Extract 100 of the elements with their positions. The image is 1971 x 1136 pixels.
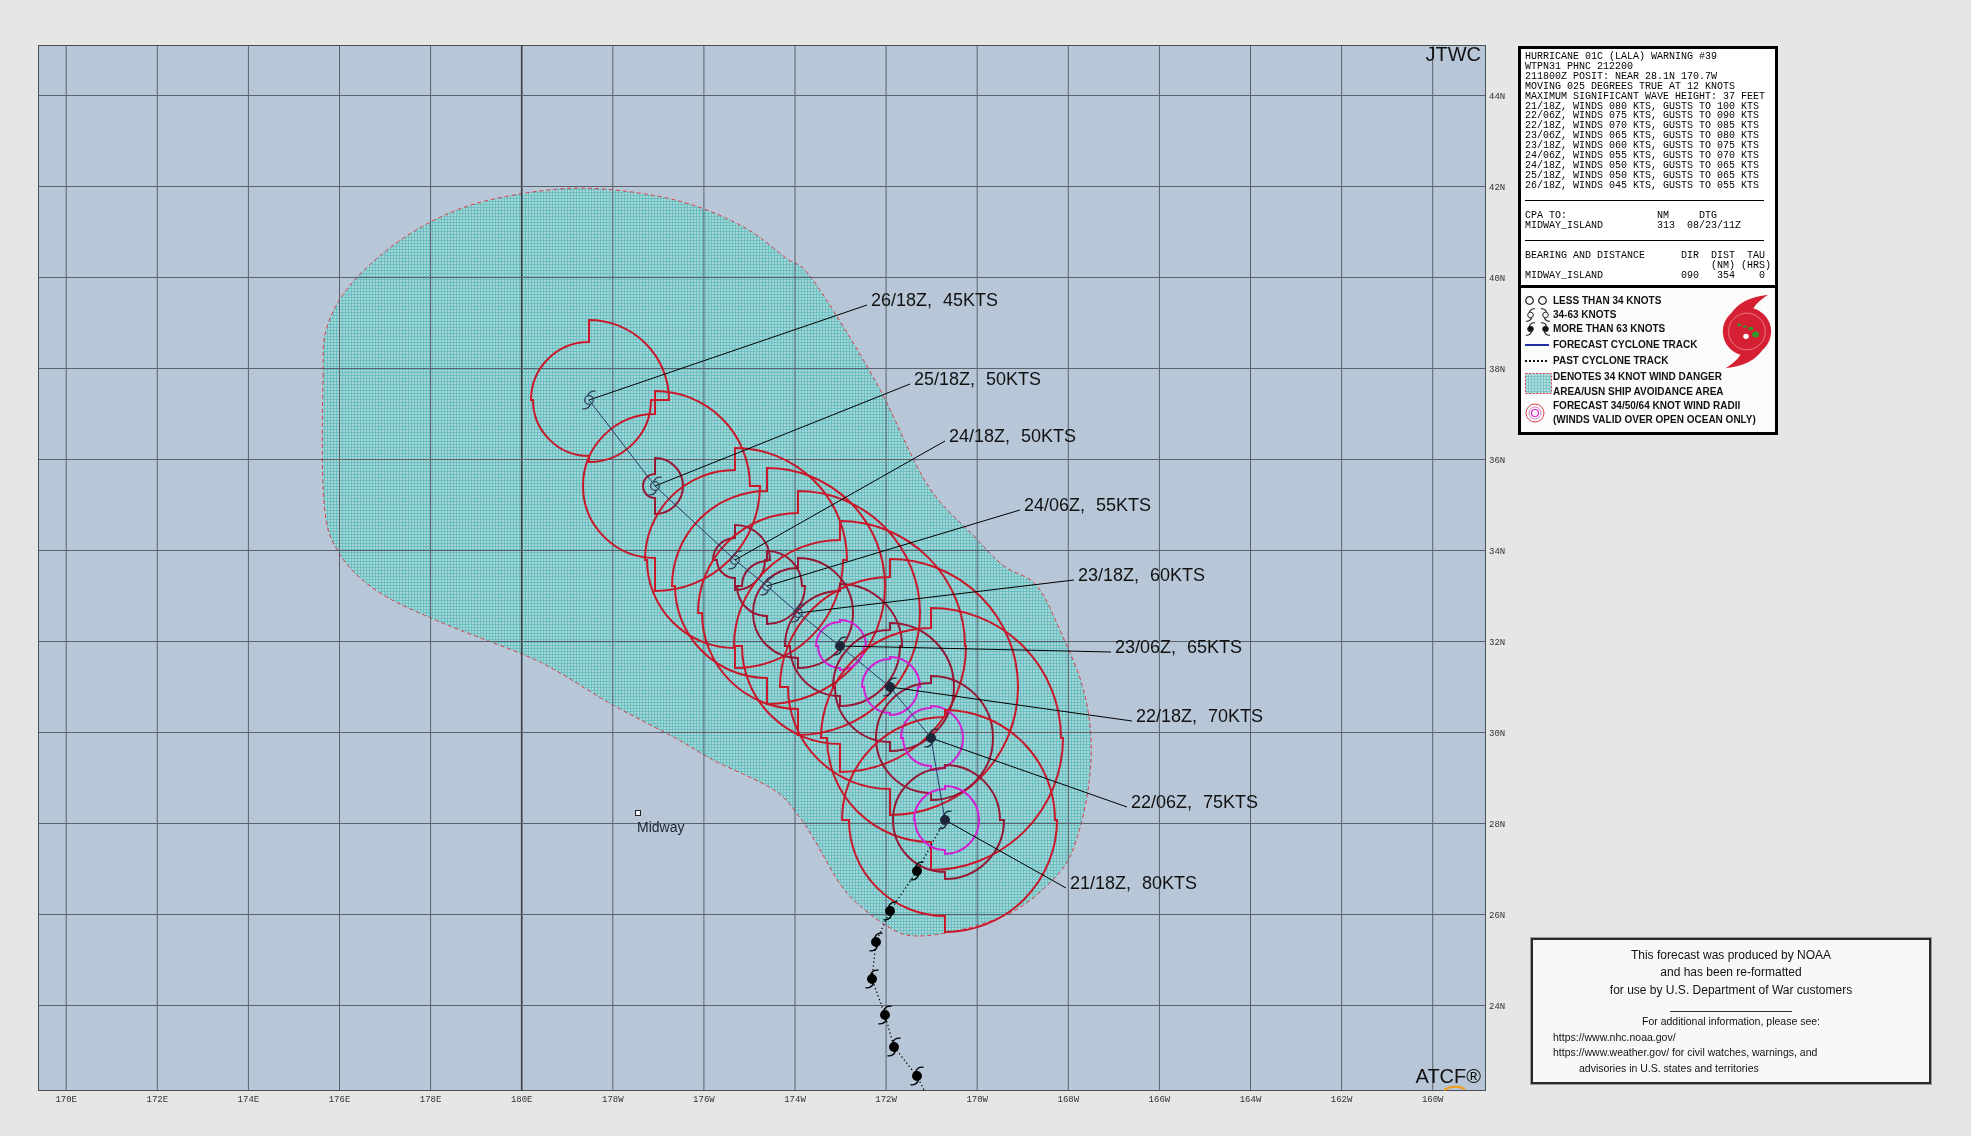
longitude-label: 170E <box>55 1095 77 1105</box>
forecast-label: 22/18Z, 70KTS <box>1136 705 1264 726</box>
table-header: DTG <box>1699 210 1718 221</box>
latitude-label: 28N <box>1489 819 1506 830</box>
hurricane-symbol-icon <box>886 1037 902 1057</box>
table-cell: 090 <box>1681 270 1700 281</box>
warning-text-line: 24/06Z, WINDS 055 KTS, GUSTS TO 070 KTS <box>1525 151 1761 161</box>
table-cell: MIDWAY_ISLAND <box>1525 220 1603 231</box>
hurricane-symbol-icon <box>1525 321 1536 336</box>
reference-text: https://www.weather.gov/ for civil watches, warnings, and advisories in U.S. states and territories <box>1552 1045 1819 1077</box>
warning-text-line: WTPN31 PHNC 212200 <box>1525 61 1634 72</box>
latitude-label: 24N <box>1489 1001 1506 1012</box>
longitude-label: 178E <box>419 1095 442 1105</box>
table-header: BEARING AND DISTANCE <box>1525 250 1646 261</box>
longitude-label: 168W <box>1057 1095 1080 1105</box>
forecast-label: 22/06Z, 75KTS <box>1131 791 1259 812</box>
storm-symbol-icon <box>581 390 597 410</box>
hurricane-symbol-icon <box>882 901 898 921</box>
warning-text-line: 25/18Z, WINDS 050 KTS, GUSTS TO 065 KTS <box>1525 170 1761 181</box>
table-cell: 313 <box>1657 220 1676 231</box>
forecast-label: 23/06Z, 65KTS <box>1115 636 1243 657</box>
storm-symbol-icon <box>759 576 775 596</box>
longitude-label: 162W <box>1330 1095 1353 1105</box>
hurricane-symbol-icon <box>909 1066 925 1086</box>
longitude-label: 176E <box>328 1095 351 1105</box>
table-header: NM <box>1657 210 1670 221</box>
dotted-line-icon <box>1525 360 1549 363</box>
hurricane-symbol-icon <box>923 728 939 748</box>
latitude-label: 26N <box>1489 910 1506 921</box>
notice-text: for use by U.S. Department of War customers <box>1608 981 1854 999</box>
latitude-label: 40N <box>1489 273 1506 284</box>
forecast-label: 24/18Z, 50KTS <box>949 425 1077 446</box>
legend-label: DENOTES 34 KNOT WIND DANGER AREA/USN SHIP AVOIDANCE AREA <box>1553 369 1724 399</box>
table-header: DIR <box>1681 250 1700 261</box>
legend-label: 34-63 KNOTS <box>1553 307 1617 322</box>
longitude-label: 160W <box>1421 1095 1444 1105</box>
forecast-label: 24/06Z, 55KTS <box>1024 494 1152 515</box>
longitude-label: 170W <box>966 1095 988 1105</box>
latitude-label: 34N <box>1489 546 1506 557</box>
hurricane-symbol-icon <box>868 932 884 952</box>
longitude-label: 174E <box>237 1095 260 1105</box>
latitude-label: 42N <box>1489 182 1506 193</box>
hurricane-symbol-icon <box>937 810 953 830</box>
legend-label: LESS THAN 34 KNOTS <box>1553 293 1662 308</box>
hurricane-symbol-icon <box>909 861 925 881</box>
table-header: DIST <box>1711 250 1736 261</box>
hurricane-symbol-icon <box>864 969 880 989</box>
forecast-label: 25/18Z, 50KTS <box>914 368 1042 389</box>
swoosh-icon <box>1443 1085 1466 1091</box>
warning-text-line: 21/18Z, WINDS 080 KTS, GUSTS TO 100 KTS <box>1525 101 1761 112</box>
warning-text-line: 23/06Z, WINDS 065 KTS, GUSTS TO 080 KTS <box>1525 131 1761 142</box>
notice-text: and has been re-formatted <box>1659 964 1803 982</box>
longitude-label: 172W <box>875 1095 897 1105</box>
longitude-label: 178W <box>602 1095 624 1105</box>
storm-symbol-icon <box>1525 307 1536 322</box>
table-cell: 354 <box>1717 270 1736 281</box>
table-header: CPA TO: <box>1525 210 1567 221</box>
table-header: (HRS) <box>1741 260 1772 271</box>
corner-label: JTWC <box>1425 45 1481 65</box>
table-cell: MIDWAY_ISLAND <box>1525 270 1603 281</box>
place-marker-icon <box>635 810 641 816</box>
warning-text-line: MOVING 025 DEGREES TRUE AT 12 KNOTS <box>1525 81 1737 92</box>
place-label: Midway <box>637 819 685 835</box>
forecast-label: 21/18Z, 80KTS <box>1070 872 1198 893</box>
forecast-label: 23/18Z, 60KTS <box>1078 564 1206 585</box>
latitude-label: 36N <box>1489 455 1506 466</box>
longitude-label: 180E <box>510 1095 533 1105</box>
storm-symbol-icon <box>647 476 663 496</box>
reference-text: https://www.nhc.noaa.gov/ <box>1552 1029 1677 1045</box>
warning-text-line: 23/18Z, WINDS 060 KTS, GUSTS TO 075 KTS <box>1525 141 1761 152</box>
longitude-label: 164W <box>1239 1095 1262 1105</box>
warning-text-line: 22/18Z, WINDS 070 KTS, GUSTS TO 085 KTS <box>1525 121 1761 132</box>
table-cell: 0 <box>1759 270 1766 281</box>
table-header: (NM) <box>1711 260 1736 271</box>
forecast-label: 26/18Z, 45KTS <box>871 289 999 310</box>
longitude-label: 166W <box>1148 1095 1171 1105</box>
notice-text: For additional information, please see: <box>1641 1013 1821 1029</box>
hurricane-symbol-icon <box>832 636 848 656</box>
hatched-swatch-icon <box>1525 373 1552 395</box>
warning-text-line: MAXIMUM SIGNIFICANT WAVE HEIGHT: 37 FEET <box>1525 91 1767 102</box>
storm-symbol-icon <box>790 603 806 623</box>
longitude-label: 176W <box>693 1095 715 1105</box>
notice-text: This forecast was produced by NOAA <box>1629 947 1833 964</box>
latitude-label: 32N <box>1489 637 1506 648</box>
storm-symbol-icon <box>727 550 743 570</box>
warning-text-line: 22/06Z, WINDS 075 KTS, GUSTS TO 090 KTS <box>1525 111 1761 122</box>
hurricane-symbol-icon <box>1540 321 1551 336</box>
legend-label: MORE THAN 63 KNOTS <box>1553 321 1666 336</box>
latitude-label: 38N <box>1489 364 1506 375</box>
warning-text-line: 26/18Z, WINDS 045 KTS, GUSTS TO 055 KTS <box>1525 180 1761 191</box>
table-header: TAU <box>1747 250 1766 261</box>
table-cell: 08/23/11Z <box>1687 220 1742 231</box>
warning-text-line: HURRICANE 01C (LALA) WARNING #39 <box>1525 52 1719 62</box>
latitude-label: 30N <box>1489 728 1506 739</box>
hurricane-symbol-icon <box>882 677 898 697</box>
legend-label: FORECAST 34/50/64 KNOT WIND RADII (WINDS VALID OVER OPEN OCEAN ONLY) <box>1553 398 1756 427</box>
rings-icon <box>1525 402 1545 423</box>
longitude-label: 174W <box>784 1095 806 1105</box>
warning-text-line: 24/18Z, WINDS 050 KTS, GUSTS TO 065 KTS <box>1525 160 1761 171</box>
longitude-label: 172E <box>146 1095 169 1105</box>
